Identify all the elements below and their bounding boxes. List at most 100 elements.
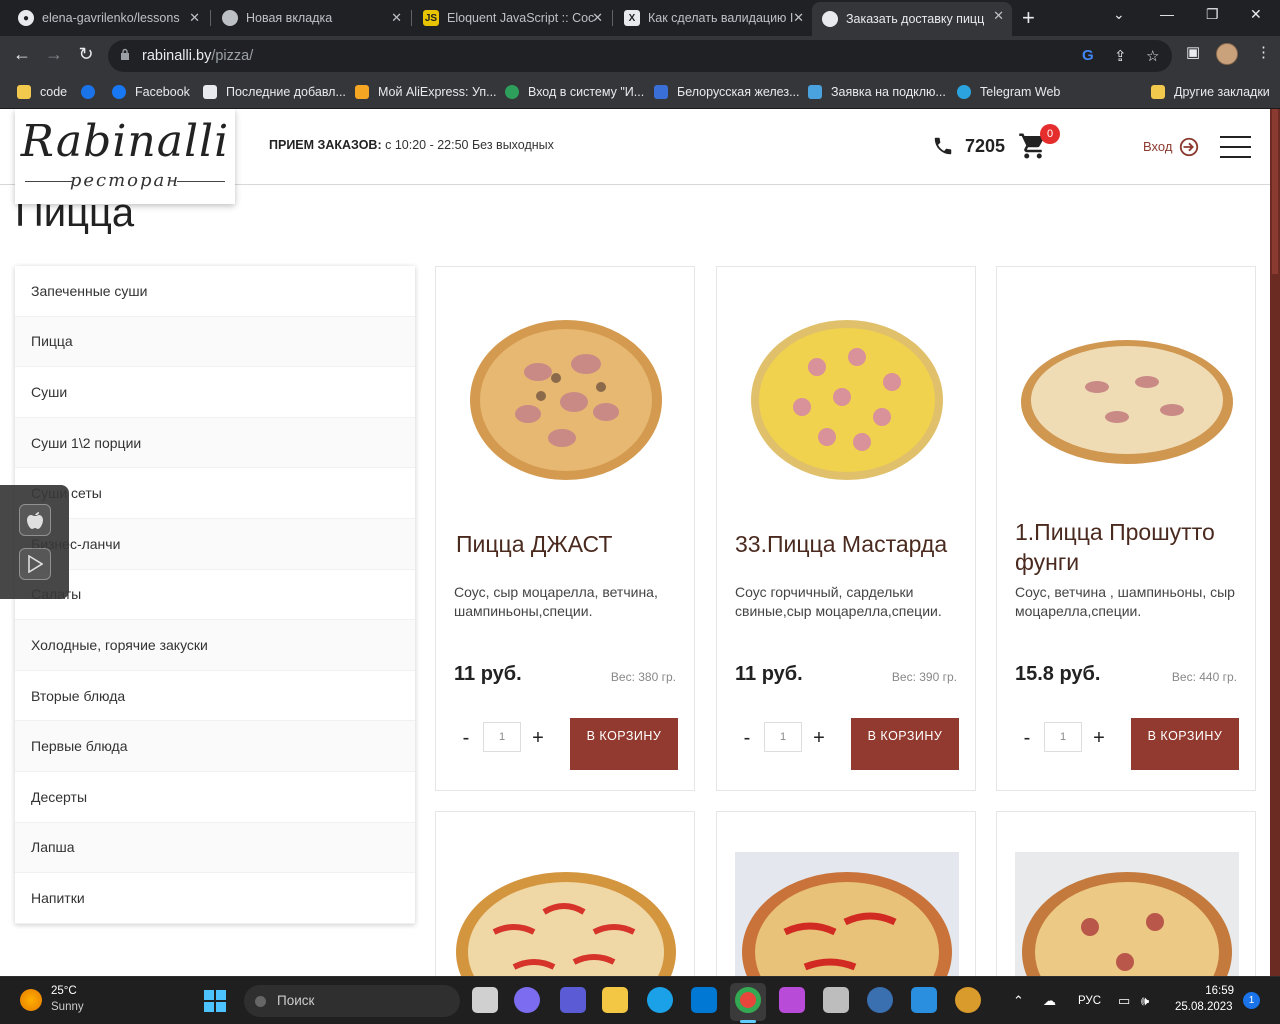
sidebar-item-sushi-sets[interactable]: Суши сеты bbox=[15, 468, 415, 519]
quantity-decrease-button[interactable]: - bbox=[1019, 727, 1035, 750]
quantity-input[interactable]: 1 bbox=[764, 722, 802, 752]
phone-number[interactable]: 7205 bbox=[965, 136, 1005, 157]
new-tab-button[interactable]: + bbox=[1022, 5, 1035, 31]
sidebar-item-soups[interactable]: Первые блюда bbox=[15, 721, 415, 772]
sidebar-item-snacks[interactable]: Холодные, горячие закуски bbox=[15, 620, 415, 671]
file-explorer-icon[interactable] bbox=[602, 987, 628, 1013]
weather-temperature[interactable]: 25°C bbox=[51, 985, 77, 997]
restore-button[interactable]: ❐ bbox=[1206, 6, 1219, 23]
media-app-icon[interactable] bbox=[779, 987, 805, 1013]
language-indicator[interactable]: РУС bbox=[1078, 995, 1101, 1007]
apple-store-button[interactable] bbox=[19, 504, 51, 536]
quantity-decrease-button[interactable]: - bbox=[739, 727, 755, 750]
product-image[interactable] bbox=[735, 852, 959, 976]
quantity-input[interactable]: 1 bbox=[483, 722, 521, 752]
bookmark-other[interactable]: Другие закладки bbox=[1151, 82, 1270, 102]
side-panel-icon[interactable]: ▣ bbox=[1186, 43, 1200, 61]
phone-icon[interactable] bbox=[932, 135, 954, 157]
tab-rabinalli[interactable]: Заказать доставку пицц ✕ bbox=[812, 2, 1012, 36]
quantity-increase-button[interactable]: + bbox=[811, 727, 827, 750]
clock-time[interactable]: 16:59 bbox=[1204, 985, 1234, 997]
save-app-icon[interactable] bbox=[560, 987, 586, 1013]
close-icon[interactable]: ✕ bbox=[189, 10, 200, 26]
sidebar-item-baked-sushi[interactable]: Запеченные суши bbox=[15, 266, 415, 317]
bookmark-railway[interactable]: Белорусская желез... bbox=[654, 82, 800, 102]
product-image[interactable] bbox=[1015, 852, 1239, 976]
taskbar-search[interactable]: Поиск bbox=[244, 985, 460, 1017]
sidebar-item-business-lunch[interactable]: Бизнес-ланчи bbox=[15, 518, 415, 570]
bookmark-code[interactable]: code bbox=[17, 82, 67, 102]
eye-app-icon[interactable] bbox=[955, 987, 981, 1013]
sidebar-item-drinks[interactable]: Напитки bbox=[15, 873, 415, 924]
clock-date[interactable]: 25.08.2023 bbox=[1175, 1001, 1233, 1013]
sidebar-item-desserts[interactable]: Десерты bbox=[15, 772, 415, 823]
quantity-increase-button[interactable]: + bbox=[530, 727, 546, 750]
product-image[interactable] bbox=[454, 862, 678, 976]
close-icon[interactable]: ✕ bbox=[993, 8, 1004, 24]
address-bar[interactable]: rabinalli.by/pizza/ G ⇪ ☆ bbox=[108, 40, 1172, 72]
quantity-decrease-button[interactable]: - bbox=[458, 727, 474, 750]
tab-new-tab[interactable]: Новая вкладка ✕ bbox=[212, 4, 410, 32]
product-title[interactable]: 1.Пицца Прошутто фунги bbox=[1015, 517, 1245, 577]
close-icon[interactable]: ✕ bbox=[391, 10, 402, 26]
product-image[interactable] bbox=[1015, 307, 1239, 487]
tab-search-icon[interactable]: ⌄ bbox=[1113, 6, 1125, 23]
add-to-cart-button[interactable]: В КОРЗИНУ bbox=[1131, 718, 1239, 770]
product-image[interactable] bbox=[735, 307, 959, 487]
bookmark-telegram[interactable]: Telegram Web bbox=[957, 82, 1060, 102]
menu-kebab-icon[interactable]: ⋮ bbox=[1256, 43, 1271, 61]
share-icon[interactable]: ⇪ bbox=[1114, 47, 1127, 65]
profile-avatar[interactable] bbox=[1216, 43, 1238, 65]
sidebar-item-noodles[interactable]: Лапша bbox=[15, 822, 415, 874]
bookmark-login-system[interactable]: Вход в систему "И... bbox=[505, 82, 644, 102]
vscode-icon[interactable] bbox=[911, 987, 937, 1013]
sidebar-item-sushi-half[interactable]: Суши 1\2 порции bbox=[15, 417, 415, 469]
bookmark-aliexpress[interactable]: Мой AliExpress: Уп... bbox=[355, 82, 497, 102]
vpn-icon[interactable] bbox=[867, 987, 893, 1013]
tab-validation[interactable]: X Как сделать валидацию I ✕ bbox=[614, 4, 812, 32]
chrome-icon[interactable] bbox=[735, 987, 761, 1013]
sidebar-item-sushi[interactable]: Суши bbox=[15, 367, 415, 418]
windows-start-icon[interactable] bbox=[203, 989, 227, 1013]
google-lens-icon[interactable]: G bbox=[1082, 47, 1094, 64]
bookmark-at[interactable] bbox=[81, 82, 104, 102]
sidebar-item-main-courses[interactable]: Вторые блюда bbox=[15, 671, 415, 722]
login-icon[interactable] bbox=[1178, 136, 1200, 158]
product-title[interactable]: 33.Пицца Мастарда bbox=[735, 529, 965, 559]
quantity-input[interactable]: 1 bbox=[1044, 722, 1082, 752]
login-link[interactable]: Вход bbox=[1143, 139, 1172, 154]
hamburger-menu-icon[interactable] bbox=[1220, 136, 1251, 158]
store-icon[interactable] bbox=[691, 987, 717, 1013]
back-button[interactable]: ← bbox=[10, 44, 34, 65]
quantity-increase-button[interactable]: + bbox=[1091, 727, 1107, 750]
add-to-cart-button[interactable]: В КОРЗИНУ bbox=[570, 718, 678, 770]
page-scrollbar[interactable] bbox=[1270, 109, 1280, 976]
site-logo[interactable]: Rabinalli ресторан bbox=[15, 109, 235, 204]
display-icon[interactable]: ▭ bbox=[1118, 993, 1130, 1009]
minimize-button[interactable]: — bbox=[1160, 6, 1174, 22]
product-image[interactable] bbox=[454, 307, 678, 487]
close-window-button[interactable]: ✕ bbox=[1250, 6, 1262, 23]
notification-badge[interactable]: 1 bbox=[1243, 992, 1260, 1009]
chat-icon[interactable] bbox=[514, 987, 540, 1013]
tab-eloquent-js[interactable]: JS Eloquent JavaScript :: Coc ✕ bbox=[413, 4, 611, 32]
bookmark-recent[interactable]: Последние добавл... bbox=[203, 82, 346, 102]
grid-app-icon[interactable] bbox=[823, 987, 849, 1013]
sidebar-item-salads[interactable]: Салаты bbox=[15, 570, 415, 621]
weather-condition[interactable]: Sunny bbox=[51, 1001, 84, 1013]
forward-button[interactable]: → bbox=[42, 44, 66, 65]
sun-icon[interactable] bbox=[20, 989, 42, 1011]
edge-icon[interactable] bbox=[647, 987, 673, 1013]
bookmark-request[interactable]: Заявка на подклю... bbox=[808, 82, 946, 102]
bookmark-star-icon[interactable]: ☆ bbox=[1146, 47, 1159, 65]
close-icon[interactable]: ✕ bbox=[793, 10, 804, 26]
google-play-button[interactable] bbox=[19, 548, 51, 580]
sidebar-item-pizza[interactable]: Пицца bbox=[15, 316, 415, 368]
tab-github[interactable]: ● elena-gavrilenko/lessons ✕ bbox=[8, 4, 208, 32]
reload-button[interactable]: ↻ bbox=[74, 44, 98, 65]
close-icon[interactable]: ✕ bbox=[592, 10, 603, 26]
task-view-icon[interactable] bbox=[472, 987, 498, 1013]
tray-chevron-icon[interactable]: ⌃ bbox=[1013, 993, 1024, 1009]
network-off-icon[interactable]: ☁ bbox=[1043, 993, 1056, 1009]
product-title[interactable]: Пицца ДЖАСТ bbox=[456, 529, 686, 559]
